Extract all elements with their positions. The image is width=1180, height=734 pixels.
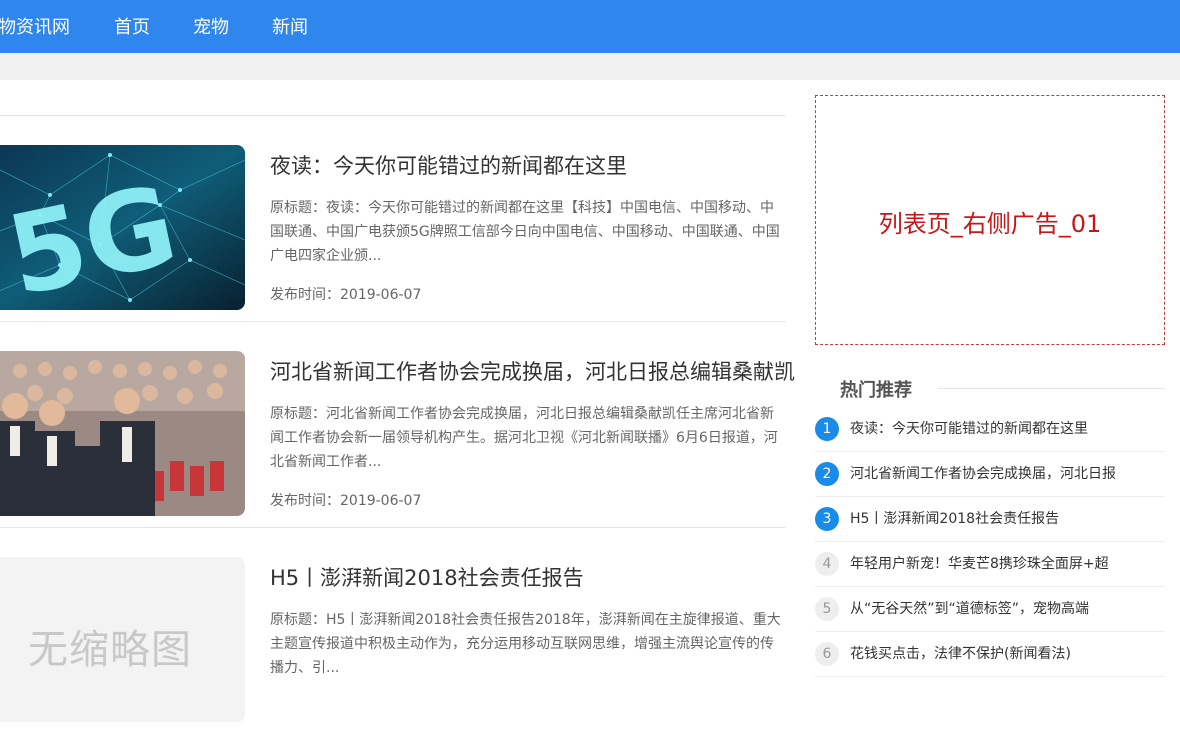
nav-item-pets[interactable]: 宠物	[193, 13, 229, 39]
rank-badge: 1	[815, 417, 839, 441]
article-summary: 原标题：H5丨澎湃新闻2018社会责任报告2018年，澎湃新闻在主旋律报道、重大…	[270, 612, 781, 676]
nav-item-home[interactable]: 首页	[114, 13, 150, 39]
hot-list-item[interactable]: 5 从“无谷天然”到“道德标签”，宠物高端	[815, 587, 1165, 632]
article-title[interactable]: 夜读：今天你可能错过的新闻都在这里	[270, 150, 627, 180]
article-title[interactable]: H5丨澎湃新闻2018社会责任报告	[270, 562, 584, 592]
hot-item-text[interactable]: H5丨澎湃新闻2018社会责任报告	[850, 508, 1059, 528]
article-item: 河北省新闻工作者协会完成换届，河北日报总编辑桑献凯 原标题：河北省新闻工作者协会…	[0, 322, 795, 528]
nav-item-news[interactable]: 新闻	[272, 13, 308, 39]
sidebar-ad[interactable]: 列表页_右侧广告_01	[815, 95, 1165, 345]
divider	[938, 388, 1165, 389]
hot-list-item[interactable]: 1 夜读：今天你可能错过的新闻都在这里	[815, 407, 1165, 452]
rank-badge: 5	[815, 597, 839, 621]
hot-item-text[interactable]: 花钱买点击，法律不保护(新闻看法)	[850, 643, 1071, 663]
hot-list-item[interactable]: 6 花钱买点击，法律不保护(新闻看法)	[815, 632, 1165, 677]
ad-label: 列表页_右侧广告_01	[878, 210, 1102, 238]
breadcrumb-strip	[0, 53, 1180, 80]
article-title[interactable]: 河北省新闻工作者协会完成换届，河北日报总编辑桑献凯	[270, 356, 795, 386]
article-item: 5G 夜读：今天你可能错过的新闻都在这里 原标题：夜读：今天你可能错过的新闻都在…	[0, 116, 786, 322]
hot-item-text[interactable]: 从“无谷天然”到“道德标签”，宠物高端	[850, 598, 1089, 618]
hot-list-item[interactable]: 3 H5丨澎湃新闻2018社会责任报告	[815, 497, 1165, 542]
site-brand[interactable]: 物资讯网	[0, 13, 70, 39]
article-thumbnail-5g[interactable]: 5G	[0, 145, 245, 310]
article-date: 发布时间：2019-06-07	[270, 493, 422, 509]
top-navbar: 物资讯网 首页 宠物 新闻	[0, 0, 1180, 53]
hot-item-text[interactable]: 夜读：今天你可能错过的新闻都在这里	[850, 418, 1088, 438]
article-item: 无缩略图 H5丨澎湃新闻2018社会责任报告 原标题：H5丨澎湃新闻2018社会…	[0, 528, 786, 734]
hot-item-text[interactable]: 河北省新闻工作者协会完成换届，河北日报	[850, 463, 1116, 483]
rank-badge: 2	[815, 462, 839, 486]
article-summary: 原标题：夜读：今天你可能错过的新闻都在这里【科技】中国电信、中国移动、中国联通、…	[270, 200, 780, 264]
rank-badge: 6	[815, 642, 839, 666]
hot-list-item[interactable]: 2 河北省新闻工作者协会完成换届，河北日报	[815, 452, 1165, 497]
hot-recommend-title: 热门推荐	[840, 380, 912, 401]
hot-list-item[interactable]: 4 年轻用户新宠！华麦芒8携珍珠全面屏+超	[815, 542, 1165, 587]
rank-badge: 4	[815, 552, 839, 576]
article-thumbnail-photo[interactable]	[0, 351, 245, 516]
article-thumbnail-placeholder[interactable]: 无缩略图	[0, 557, 245, 722]
rank-badge: 3	[815, 507, 839, 531]
hot-item-text[interactable]: 年轻用户新宠！华麦芒8携珍珠全面屏+超	[850, 553, 1109, 573]
no-thumbnail-text: 无缩略图	[28, 627, 192, 673]
article-date: 发布时间：2019-06-07	[270, 287, 422, 303]
article-summary: 原标题：河北省新闻工作者协会完成换届，河北日报总编辑桑献凯任主席河北省新闻工作者…	[270, 406, 778, 470]
